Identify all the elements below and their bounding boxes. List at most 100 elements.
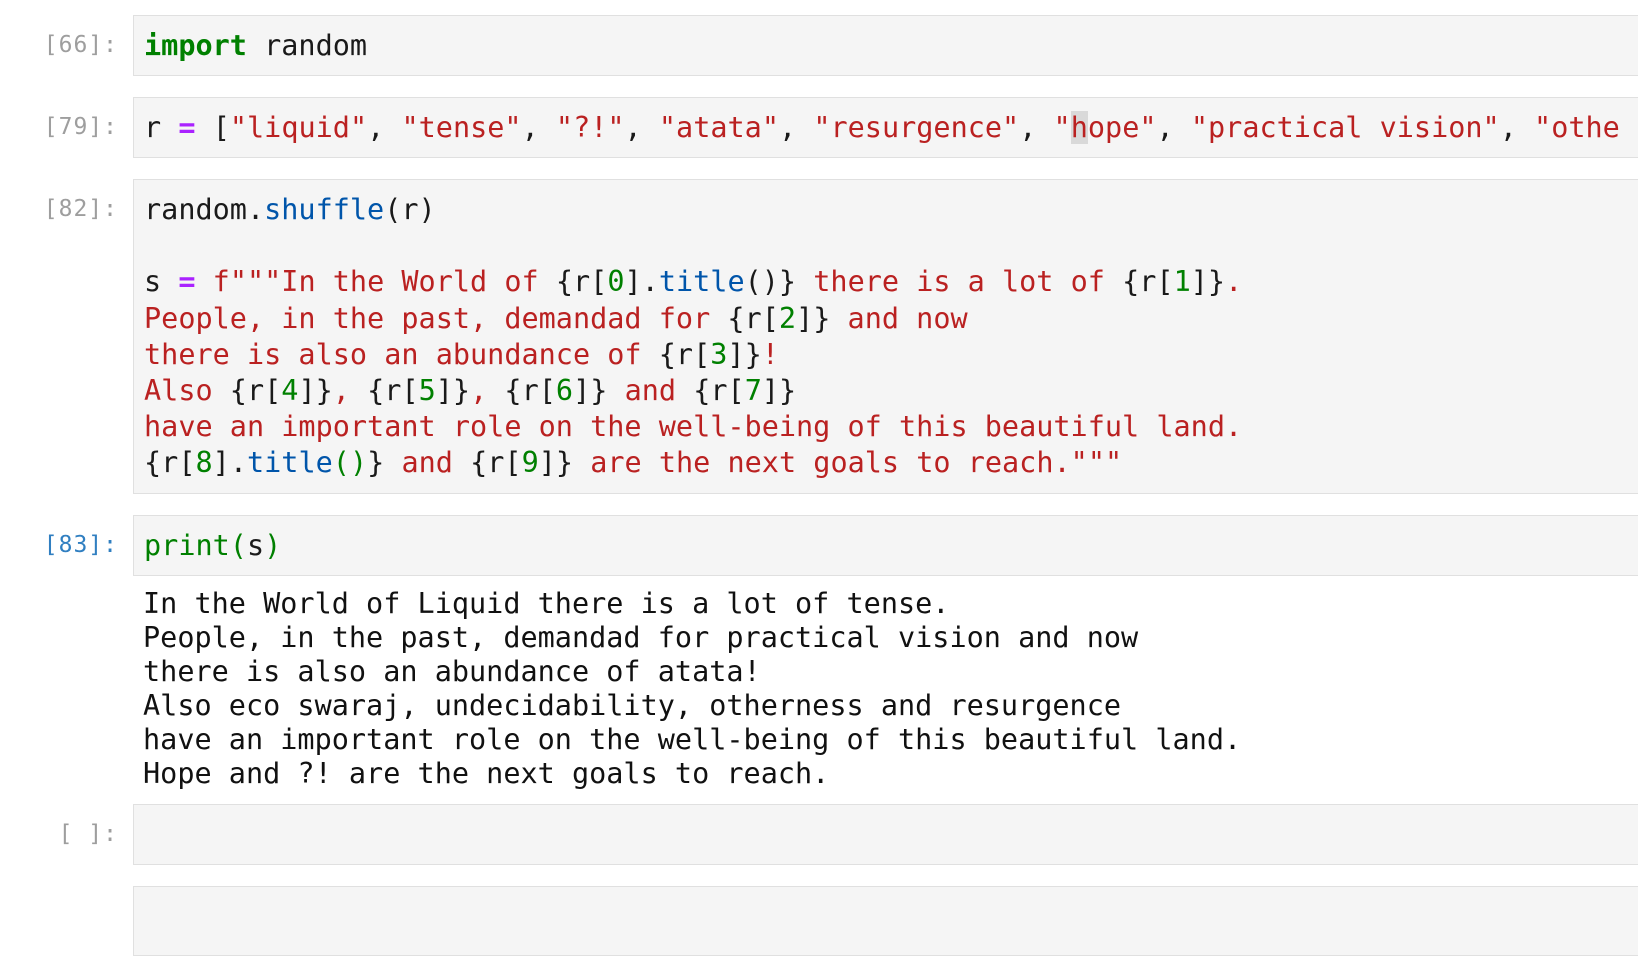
fstring-expr: ]. — [624, 265, 659, 299]
fstring-expr: ]} — [727, 337, 762, 371]
fstring-text: , — [332, 374, 368, 408]
string-literal: ope" — [1087, 111, 1157, 144]
fstring-text: and now — [830, 301, 968, 335]
fstring-text: ! — [761, 337, 779, 371]
notebook: [66]: import random [79]: r = ["liquid",… — [0, 0, 1638, 956]
output-line: Also eco swaraj, undecidability, otherne… — [143, 689, 1122, 722]
index-number: 3 — [710, 337, 728, 371]
keyword-import: import — [144, 29, 247, 62]
paren: ) — [264, 529, 282, 562]
fstring-expr: ]} — [1190, 265, 1226, 299]
fstring-expr: {r[ — [658, 337, 711, 371]
string-literal: "?!" — [555, 111, 625, 144]
fstring-expr: {r[ — [504, 374, 556, 408]
code-text[interactable]: import random — [134, 16, 1638, 64]
fstring-expr: {r[ — [1122, 265, 1174, 299]
text-cursor: h — [1070, 111, 1088, 144]
output-line: there is also an abundance of atata! — [143, 655, 761, 688]
fstring-expr: ]} — [435, 374, 471, 408]
fstring-text: People, in the past, demandad for — [144, 301, 728, 335]
string-literal: "practical vision" — [1190, 111, 1500, 144]
cell-prompt: [82]: — [43, 196, 118, 222]
index-number: 0 — [607, 265, 625, 299]
fstring-text: there is a lot of — [796, 265, 1123, 299]
fstring-expr: {r[ — [144, 446, 196, 480]
fstring-text: there is also an abundance of — [144, 337, 659, 371]
cell-input-editor[interactable] — [133, 886, 1638, 956]
fstring-expr: ]} — [298, 374, 333, 408]
fstring-text: . — [1225, 265, 1243, 299]
code-text[interactable]: print(s) — [134, 516, 1638, 564]
fstring-text: f"""In the World of — [195, 265, 556, 299]
builtin-print: print — [144, 529, 230, 562]
operator-assign: = — [178, 265, 196, 299]
fstring-text: have an important role on the well-being… — [144, 410, 1243, 444]
output-line: People, in the past, demandad for practi… — [143, 621, 1139, 654]
fstring-expr: ]} — [573, 374, 608, 408]
string-literal: "tense" — [401, 111, 522, 144]
call-parens: () — [332, 446, 368, 480]
method-title: title — [658, 265, 745, 299]
fstring-expr: ]. — [212, 446, 247, 480]
object-random: random. — [144, 193, 265, 226]
cell-prompt: [66]: — [43, 32, 118, 58]
fstring-text: , — [470, 374, 505, 408]
fstring-expr: {r[ — [555, 265, 608, 299]
var-s: s — [246, 529, 265, 562]
bracket: [ — [212, 111, 230, 144]
fstring-text: are the next goals to reach.""" — [573, 446, 1123, 480]
fstring-expr: ]} — [796, 301, 831, 335]
cell-prompt: [79]: — [43, 114, 118, 140]
fstring-expr: {r[ — [367, 374, 419, 408]
fstring-text: and — [384, 446, 471, 480]
paren: ( — [229, 529, 247, 562]
index-number: 2 — [778, 301, 797, 335]
code-text[interactable]: r = ["liquid", "tense", "?!", "atata", "… — [134, 98, 1638, 146]
index-number: 4 — [281, 374, 299, 408]
index-number: 5 — [418, 374, 436, 408]
index-number: 8 — [195, 446, 213, 480]
separator: , — [367, 111, 402, 144]
output-line: In the World of Liquid there is a lot of… — [143, 587, 950, 620]
cell-prompt: [83]: — [43, 532, 118, 558]
separator: , — [778, 111, 814, 144]
fstring-expr: ()} — [744, 265, 797, 299]
fstring-expr: } — [367, 446, 385, 480]
var-r: r — [144, 111, 162, 144]
fstring-text: and — [607, 374, 694, 408]
separator: , — [1499, 111, 1535, 144]
separator: , — [624, 111, 659, 144]
string-literal: "liquid" — [229, 111, 368, 144]
fstring-text: Also — [144, 374, 230, 408]
separator: , — [1156, 111, 1191, 144]
cell-prompt: [ ]: — [58, 821, 118, 847]
call-args: (r) — [384, 193, 436, 226]
cell-input-editor[interactable]: random.shuffle(r) s = f"""In the World o… — [133, 179, 1638, 494]
cell-input-editor[interactable]: import random — [133, 15, 1638, 76]
method-title: title — [246, 446, 333, 480]
code-text[interactable]: random.shuffle(r) s = f"""In the World o… — [134, 180, 1638, 482]
fstring-expr: {r[ — [693, 374, 745, 408]
fstring-expr: ]} — [761, 374, 797, 408]
string-literal: "resurgence" — [813, 111, 1020, 144]
operator-assign: = — [178, 111, 196, 144]
cell-output: In the World of Liquid there is a lot of… — [143, 587, 1241, 791]
index-number: 6 — [555, 374, 574, 408]
separator: , — [521, 111, 556, 144]
index-number: 7 — [744, 374, 762, 408]
fstring-expr: {r[ — [470, 446, 522, 480]
string-literal: "othe — [1534, 111, 1620, 144]
cell-input-editor[interactable]: print(s) — [133, 515, 1638, 576]
output-line: Hope and ?! are the next goals to reach. — [143, 757, 830, 790]
fstring-expr: ]} — [538, 446, 574, 480]
string-literal: "atata" — [658, 111, 779, 144]
fstring-expr: {r[ — [727, 301, 779, 335]
cell-input-editor[interactable]: r = ["liquid", "tense", "?!", "atata", "… — [133, 97, 1638, 158]
string-literal: " — [1053, 111, 1071, 144]
index-number: 9 — [521, 446, 539, 480]
cell-input-editor[interactable] — [133, 804, 1638, 865]
index-number: 1 — [1173, 265, 1191, 299]
separator: , — [1019, 111, 1054, 144]
fstring-expr: {r[ — [229, 374, 282, 408]
output-line: have an important role on the well-being… — [143, 723, 1242, 756]
